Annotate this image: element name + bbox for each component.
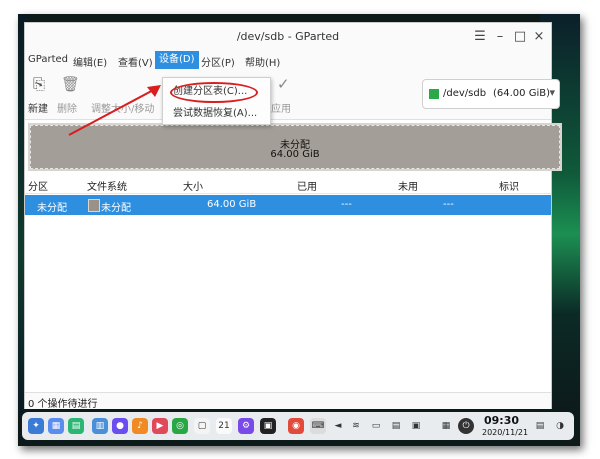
table-row[interactable]: 未分配 未分配 64.00 GiB --- --- [25, 195, 551, 215]
table-header: 分区 文件系统 大小 已用 未用 标识 [25, 175, 551, 194]
gparted-window: /dev/sdb - GParted ☰ – □ × GParted 编辑(E)… [24, 22, 562, 410]
apply-button: 应用 [271, 104, 291, 115]
close-icon[interactable]: × [532, 29, 546, 44]
column-partition[interactable]: 分区 [28, 178, 48, 193]
calendar-icon[interactable]: 21 [216, 418, 232, 434]
notification-icon[interactable]: ▤ [388, 418, 404, 434]
unallocated-icon [88, 199, 100, 212]
device-selector[interactable]: /dev/sdb (64.00 GiB) ▾ [422, 79, 560, 109]
battery-icon[interactable]: ▭ [368, 418, 384, 434]
desktop-icon[interactable]: ▤ [68, 418, 84, 434]
device-menu-dropdown: 创建分区表(C)... 尝试数据恢复(A)... [162, 77, 271, 125]
chevron-down-icon[interactable]: ▾ [549, 86, 555, 99]
video-icon[interactable]: ▶ [152, 418, 168, 434]
onboard-icon[interactable]: ▦ [438, 418, 454, 434]
cell-size: 64.00 GiB [207, 199, 257, 210]
column-filesystem[interactable]: 文件系统 [87, 178, 127, 193]
taskbar: ✦ ▦ ▤ ▥ ● ♪ ▶ ◎ ▢ 21 ⚙ ▣ ◉ ⌨ ◄ ≋ ▭ ▤ ▣ ▦… [22, 412, 574, 440]
app-store-icon[interactable]: ● [112, 418, 128, 434]
keyboard-icon[interactable]: ⌨ [310, 418, 326, 434]
music-icon[interactable]: ♪ [132, 418, 148, 434]
minimize-icon[interactable]: – [493, 29, 507, 44]
volume-icon[interactable]: ◄ [330, 418, 346, 434]
show-desktop-icon[interactable]: ◑ [552, 418, 568, 434]
new-icon[interactable]: ⎘ [33, 75, 45, 93]
annotation-arrow [68, 85, 161, 136]
column-size[interactable]: 大小 [183, 178, 203, 193]
new-button[interactable]: 新建 [28, 100, 48, 115]
browser-icon[interactable]: ◎ [172, 418, 188, 434]
clock-time[interactable]: 09:30 [484, 414, 519, 427]
maximize-icon[interactable]: □ [513, 29, 527, 44]
column-flags[interactable]: 标识 [499, 178, 519, 193]
menu-device[interactable]: 设备(D) [155, 51, 199, 69]
settings-icon[interactable]: ⚙ [238, 418, 254, 434]
title-bar[interactable]: /dev/sdb - GParted ☰ – □ × [25, 23, 551, 51]
data-rescue-item[interactable]: 尝试数据恢复(A)... [173, 104, 257, 119]
menu-help[interactable]: 帮助(H) [245, 54, 280, 69]
column-unused[interactable]: 未用 [398, 178, 418, 193]
security-icon[interactable]: ◉ [288, 418, 304, 434]
notification-center-icon[interactable]: ▤ [532, 418, 548, 434]
cell-partition: 未分配 [37, 203, 67, 214]
network-icon[interactable]: ≋ [348, 418, 364, 434]
launcher-icon[interactable]: ✦ [28, 418, 44, 434]
menu-gparted[interactable]: GParted [28, 54, 68, 65]
menu-bar: GParted 编辑(E) 查看(V) 设备(D) 分区(P) 帮助(H) [25, 51, 551, 69]
screenshot-frame: /dev/sdb - GParted ☰ – □ × GParted 编辑(E)… [18, 14, 580, 446]
clock-date: 2020/11/21 [482, 428, 529, 437]
column-used[interactable]: 已用 [297, 178, 317, 193]
cell-used: --- [341, 199, 352, 210]
device-name: /dev/sdb [443, 88, 487, 99]
cell-unused: --- [443, 199, 454, 210]
device-size: (64.00 GiB) [493, 88, 550, 99]
menu-partition[interactable]: 分区(P) [201, 54, 235, 69]
annotation-circle [170, 82, 258, 103]
power-icon[interactable]: ⏻ [458, 418, 474, 434]
menu-view[interactable]: 查看(V) [118, 54, 153, 69]
pending-operations: 0 个操作待进行 [28, 399, 98, 410]
disk-icon [429, 89, 439, 99]
gparted-taskbar-icon[interactable]: ▣ [260, 418, 276, 434]
graph-size: 64.00 GiB [270, 149, 320, 160]
menu-icon[interactable]: ☰ [473, 29, 487, 44]
menu-edit[interactable]: 编辑(E) [73, 54, 107, 69]
apply-icon: ✓ [277, 75, 290, 93]
status-bar: 0 个操作待进行 [25, 392, 551, 410]
cell-filesystem: 未分配 [101, 203, 131, 214]
file-manager-icon[interactable]: ▥ [92, 418, 108, 434]
clipboard-icon[interactable]: ▣ [408, 418, 424, 434]
create-partition-table-item[interactable]: 创建分区表(C)... [170, 82, 258, 103]
document-icon[interactable]: ▢ [194, 418, 210, 434]
multitask-icon[interactable]: ▦ [48, 418, 64, 434]
